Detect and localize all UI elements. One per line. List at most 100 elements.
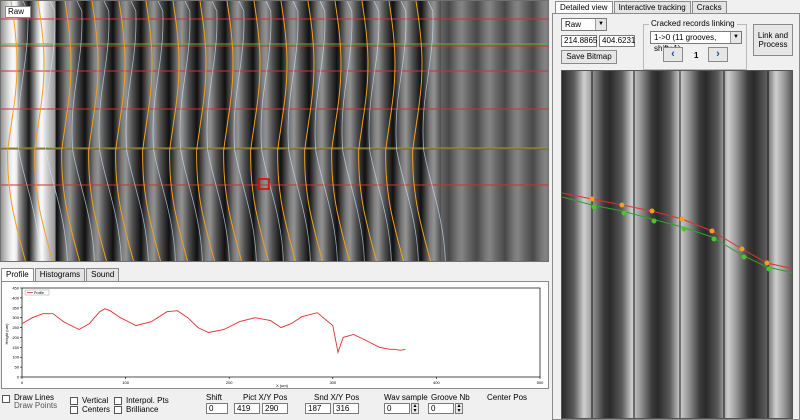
app-window: Raw Profile Histograms Sound 450 400 350 30… [0,0,800,420]
link-select[interactable]: 1->0 (11 grooves, shift+1) ▼ [650,31,742,53]
link-process-line2: Process [758,40,788,49]
detailed-view-pane: Raw ▼ 214.8865 404.6231 Save Bitmap Crac… [552,13,800,420]
chevron-left-icon: ‹ [671,48,675,60]
save-bitmap-button[interactable]: Save Bitmap [561,50,617,64]
tab-sound[interactable]: Sound [86,268,120,281]
shift-field[interactable]: 0 [206,403,228,414]
coord-x-field[interactable]: 214.8865 [561,35,597,47]
groove-trace [7,1,26,261]
mode-select[interactable]: Raw ▼ [561,18,607,31]
wav-sample-spinner[interactable]: ▴ ▾ [411,403,419,414]
chevron-right-icon: › [716,48,720,60]
crack-link-line [562,192,792,270]
y-tick-label: 400 [12,295,19,300]
plot-frame [21,287,541,378]
selection-marker [258,178,270,190]
crack-point [589,196,595,202]
crack-point [741,254,747,260]
detail-image-view[interactable] [561,70,793,419]
groove-trace [223,1,242,261]
centers-checkbox[interactable] [70,406,78,414]
groove-nb-spinner[interactable]: ▴ ▾ [455,403,463,414]
snd-x-field[interactable]: 187 [305,403,331,414]
crack-point [679,216,685,222]
interpol-pts-checkbox[interactable] [114,397,122,405]
detail-overlay [562,71,792,418]
crack-point [711,236,717,242]
pict-x-field[interactable]: 419 [234,403,260,414]
crack-point [621,210,627,216]
raw-mode-label: Raw [5,6,31,18]
groove-trace [115,1,134,261]
previous-button[interactable]: ‹ [663,47,683,62]
main-overlay [1,1,548,261]
snd-pos-label: Snd X/Y Pos [314,393,360,402]
groove-trace [331,1,350,261]
draw-lines-checkbox[interactable] [2,395,10,403]
center-pos-label: Center Pos [487,393,528,402]
crack-point [709,228,715,234]
shift-label: Shift [206,393,223,402]
x-axis-label: X (um) [276,383,289,388]
snd-y-field[interactable]: 316 [333,403,359,414]
crack-point [619,202,625,208]
groove-trace [385,1,404,261]
y-tick-label: 350 [12,305,19,310]
main-image-view[interactable]: Raw [0,0,549,262]
pict-pos-label: Pict X/Y Pos [243,393,288,402]
draw-points-label: Draw Points [14,401,58,410]
crack-point [649,208,655,214]
groove-trace [277,1,296,261]
link-and-process-button[interactable]: Link and Process [753,24,793,56]
crack-point [591,204,597,210]
profile-chart: 4504003503002502001501005000 100 200 300 400… [4,286,544,389]
wav-sample-field[interactable]: 0 [384,403,410,414]
brilliance-checkbox[interactable] [114,406,122,414]
y-tick-label: 450 [12,286,19,291]
crack-point [681,226,687,232]
x-tick-label: 500 [537,380,544,385]
brilliance-label: Brilliance [126,405,159,414]
vertical-label: Vertical [82,396,109,405]
y-tick-label: 100 [12,355,19,360]
right-panel: Detailed view Interactive tracking Crack… [552,0,800,420]
link-process-line1: Link and [757,31,789,40]
groove-nb-field[interactable]: 0 [428,403,454,414]
pict-y-field[interactable]: 290 [262,403,288,414]
crack-point [766,266,772,272]
groove-trace [358,1,377,261]
chevron-down-icon: ▼ [595,19,606,30]
x-tick-label: 300 [329,380,336,385]
x-tick-label: 400 [433,380,440,385]
groove-trace [304,1,323,261]
tab-histograms[interactable]: Histograms [34,268,86,281]
profile-plot: 450 400 350 300 250 200 150 100 50 0 0 100 200 300 400… [1,281,549,389]
vertical-checkbox[interactable] [70,397,78,405]
x-tick-label: 0 [21,380,24,385]
crack-track-line [562,196,792,274]
profile-tabs: Profile Histograms Sound [1,268,120,281]
cracked-records-label: Cracked records linking [649,19,737,28]
next-button[interactable]: › [708,47,728,62]
groove-trace [34,1,53,261]
y-axis-label: Height (um) [4,323,9,345]
y-tick-label: 50 [15,365,20,370]
coord-y-field[interactable]: 404.6231 [599,35,635,47]
y-tick-label: 300 [12,315,19,320]
chevron-down-icon: ▼ [730,32,741,43]
wav-sample-label: Wav sample [384,393,428,402]
interpol-pts-label: Interpol. Pts [126,396,169,405]
groove-trace [196,1,215,261]
crack-point [651,218,657,224]
groove-trace [142,1,161,261]
groove-trace [412,1,431,261]
crack-point [739,246,745,252]
tab-profile[interactable]: Profile [1,268,34,281]
y-tick-label: 250 [12,325,19,330]
x-tick-label: 100 [122,380,129,385]
legend-label: Profile [34,291,44,295]
gray-region [441,1,548,261]
mode-select-value: Raw [565,20,582,29]
page-number: 1 [694,51,699,60]
y-tick-label: 0 [17,375,20,380]
